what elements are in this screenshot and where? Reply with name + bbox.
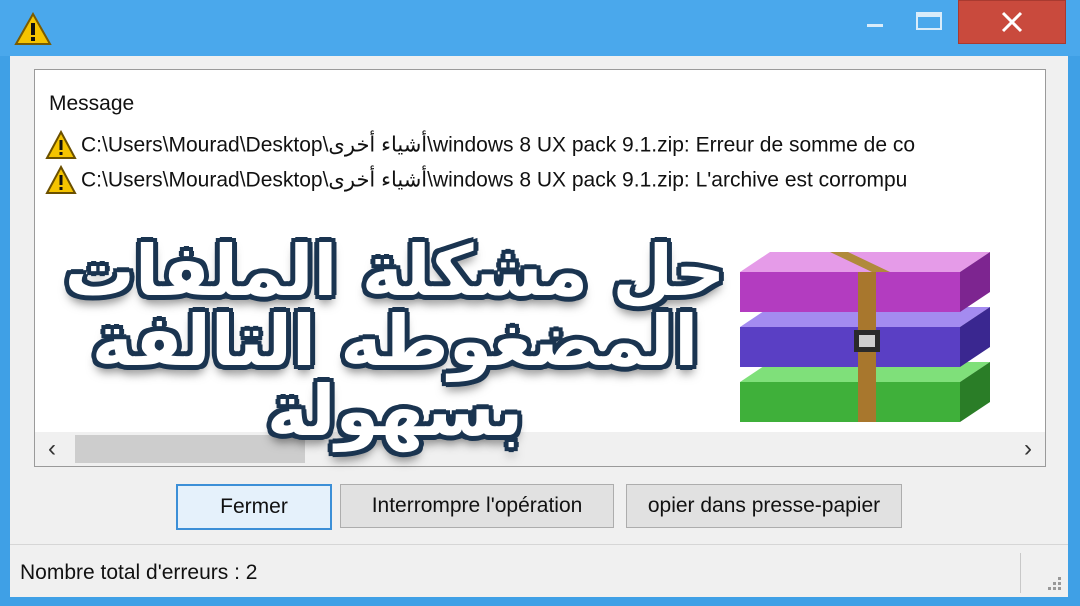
title-bar[interactable] [0, 0, 1080, 56]
message-text: C:\Users\Mourad\Desktop\أشياء أخرى\windo… [81, 168, 908, 192]
minimize-icon [867, 24, 883, 27]
overlay-line-3: بسهولة [266, 370, 524, 452]
chevron-right-icon: › [1024, 435, 1032, 462]
maximize-button[interactable] [902, 0, 956, 42]
list-item[interactable]: C:\Users\Mourad\Desktop\أشياء أخرى\windo… [45, 165, 1045, 199]
status-bar: Nombre total d'erreurs : 2 [10, 544, 1068, 597]
message-text: C:\Users\Mourad\Desktop\أشياء أخرى\windo… [81, 133, 916, 157]
minimize-button[interactable] [850, 0, 900, 42]
scroll-right-button[interactable]: › [1011, 432, 1045, 466]
error-count-text: Nombre total d'erreurs : 2 [20, 561, 258, 584]
column-header-message[interactable]: Message [49, 92, 134, 116]
warning-icon [45, 130, 77, 159]
copy-to-clipboard-button[interactable]: opier dans presse-papier [626, 484, 902, 528]
maximize-icon [916, 12, 942, 30]
warning-icon [45, 165, 77, 194]
resize-grip-icon[interactable] [1044, 573, 1062, 591]
abort-operation-button[interactable]: Interrompre l'opération [340, 484, 614, 528]
list-item[interactable]: C:\Users\Mourad\Desktop\أشياء أخرى\windo… [45, 130, 1045, 164]
close-button[interactable]: Fermer [176, 484, 332, 530]
overlay-line-1: حل مشكلة الملفات [64, 230, 726, 312]
close-icon [1001, 11, 1023, 33]
overlay-line-2: المضغوطه التالفة [91, 300, 699, 382]
winrar-logo-icon [740, 252, 990, 422]
close-window-button[interactable] [958, 0, 1066, 44]
status-pane: Nombre total d'erreurs : 2 [10, 553, 1021, 593]
overlay-headline: حل مشكلة الملفات المضغوطه التالفة بسهولة [55, 236, 735, 446]
app-window: Message C:\Users\Mourad\Desktop\أشياء أخ… [0, 0, 1080, 606]
warning-icon [14, 12, 52, 45]
